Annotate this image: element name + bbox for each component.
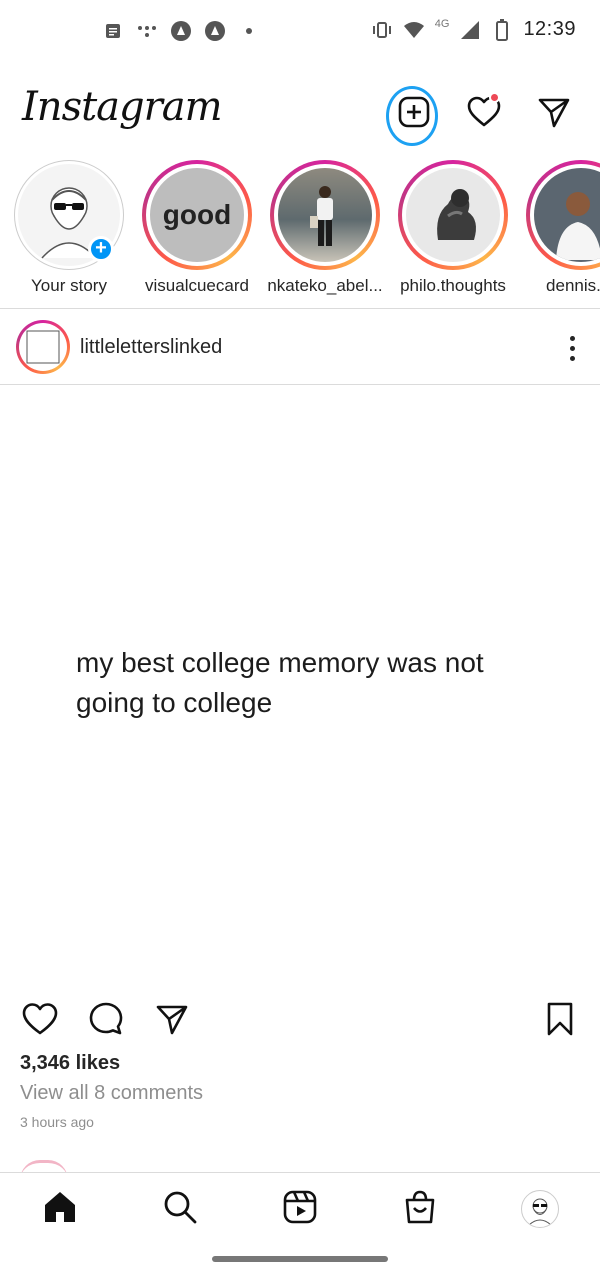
- story-username: Your story: [31, 276, 107, 295]
- more-dot: [569, 345, 575, 351]
- status-bar: 4G 12:39: [0, 0, 600, 68]
- save-button[interactable]: [538, 999, 582, 1043]
- story-ring: [398, 160, 508, 270]
- vibrate-icon: [371, 19, 393, 41]
- post-image[interactable]: my best college memory was not going to …: [0, 385, 600, 985]
- more-dot: [569, 335, 575, 341]
- app-icon: [170, 20, 192, 42]
- direct-messages-button[interactable]: [526, 86, 582, 142]
- signal-icon: [459, 19, 481, 41]
- activity-button[interactable]: [456, 86, 512, 142]
- post-avatar[interactable]: [16, 320, 70, 374]
- story-ring: good: [142, 160, 252, 270]
- story-username: philo.thoughts: [400, 276, 506, 295]
- story-your-story[interactable]: + Your story: [0, 156, 128, 306]
- new-post-button[interactable]: [386, 86, 442, 146]
- story-username: visualcuecard: [145, 276, 249, 295]
- paper-plane-icon: [155, 1002, 189, 1041]
- nav-home[interactable]: [38, 1187, 82, 1231]
- stories-divider: [0, 308, 600, 309]
- network-label: 4G: [434, 17, 450, 30]
- story-avatar: [406, 168, 500, 262]
- status-right: 4G 12:39: [371, 18, 576, 41]
- nav-reels[interactable]: [278, 1187, 322, 1231]
- message-icon: [102, 20, 124, 42]
- post-header: littleletterslinked: [0, 312, 600, 384]
- dot-icon: [238, 20, 260, 42]
- heart-icon: [21, 1002, 59, 1041]
- littleletters-logo: [22, 326, 64, 368]
- paper-plane-icon: [537, 95, 571, 134]
- comment-icon: [88, 1001, 124, 1042]
- story-username: nkateko_abel...: [267, 276, 383, 295]
- post-options-button[interactable]: [560, 328, 584, 368]
- post-actions: [0, 995, 600, 1043]
- stories-tray[interactable]: + Your story good visualcuecard nkateko_…: [0, 156, 600, 308]
- shop-icon: [402, 1189, 438, 1230]
- nav-shop[interactable]: [398, 1187, 442, 1231]
- reels-icon: [282, 1189, 318, 1230]
- home-icon: [42, 1189, 78, 1230]
- share-button[interactable]: [150, 999, 194, 1043]
- post-timestamp: 3 hours ago: [20, 1114, 94, 1130]
- story-nkateko[interactable]: nkateko_abel...: [256, 156, 384, 306]
- bottom-navigation: [0, 1172, 600, 1244]
- story-avatar: good: [150, 168, 244, 262]
- likes-count[interactable]: 3,346 likes: [20, 1052, 120, 1075]
- nav-profile[interactable]: [518, 1187, 562, 1231]
- instagram-logo[interactable]: Instagram: [22, 84, 223, 130]
- app-icon: [204, 20, 226, 42]
- story-username: dennis.ar: [546, 276, 600, 295]
- story-philo-thoughts[interactable]: philo.thoughts: [384, 156, 512, 306]
- story-avatar: [534, 168, 600, 262]
- add-story-icon[interactable]: +: [88, 236, 114, 262]
- nav-search[interactable]: [158, 1187, 202, 1231]
- profile-avatar: [521, 1190, 559, 1228]
- like-button[interactable]: [18, 999, 62, 1043]
- app-header: Instagram: [0, 70, 600, 150]
- bookmark-icon: [545, 1001, 575, 1042]
- notification-badge: [489, 92, 500, 103]
- comment-button[interactable]: [84, 999, 128, 1043]
- story-ring: [526, 160, 600, 270]
- highlight-circle: [386, 86, 438, 146]
- clock: 12:39: [523, 18, 576, 40]
- wifi-icon: [403, 19, 425, 41]
- dots-icon: [136, 20, 158, 42]
- more-dot: [569, 355, 575, 361]
- status-left: [102, 20, 260, 42]
- story-avatar: [278, 168, 372, 262]
- search-icon: [162, 1189, 198, 1230]
- view-comments-link[interactable]: View all 8 comments: [20, 1082, 203, 1105]
- post-text: my best college memory was not going to …: [76, 647, 484, 718]
- gesture-home-bar[interactable]: [212, 1256, 388, 1262]
- story-pic-text: good: [162, 199, 232, 230]
- story-ring: [270, 160, 380, 270]
- post-username[interactable]: littleletterslinked: [80, 336, 222, 359]
- story-visualcuecard[interactable]: good visualcuecard: [128, 156, 256, 306]
- story-dennis[interactable]: dennis.ar: [512, 156, 600, 306]
- battery-icon: [491, 18, 513, 41]
